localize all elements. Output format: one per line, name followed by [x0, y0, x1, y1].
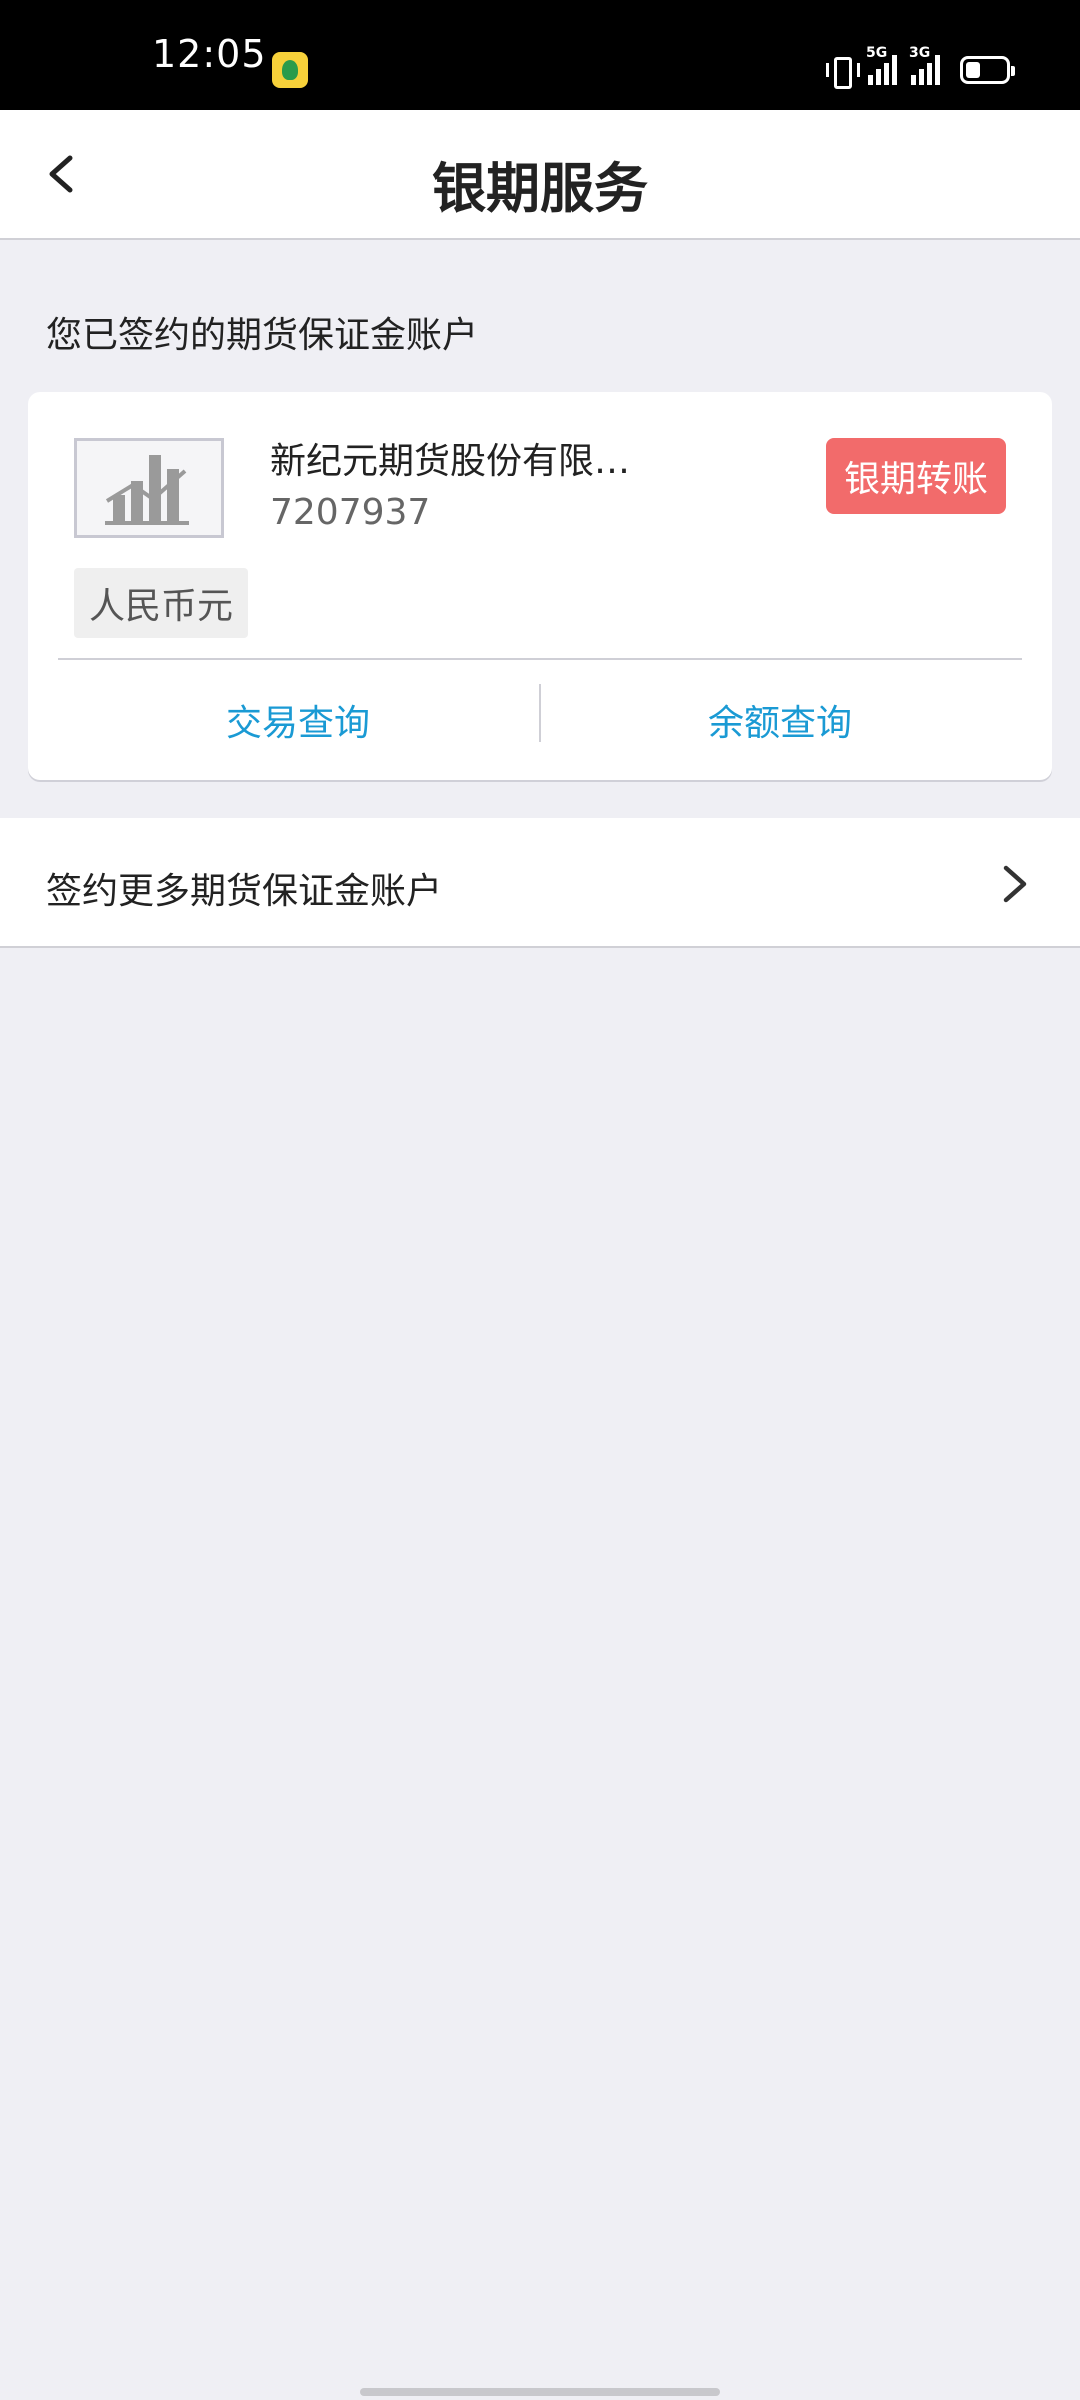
transaction-query-button[interactable]: 交易查询 — [58, 660, 538, 780]
bar-chart-icon — [105, 455, 189, 525]
sign-more-accounts-label: 签约更多期货保证金账户 — [46, 871, 443, 912]
account-card: 新纪元期货股份有限… 7207937 银期转账 人民币元 交易查询 余额查询 — [28, 392, 1052, 780]
account-name: 新纪元期货股份有限… — [270, 441, 631, 482]
status-time: 12:05 — [152, 32, 267, 76]
chevron-right-icon — [1003, 865, 1027, 903]
institution-logo — [74, 438, 224, 538]
network-3g-label: 3G — [909, 45, 931, 61]
transfer-button[interactable]: 银期转账 — [826, 438, 1006, 514]
signal-5g-icon: 5G — [866, 45, 897, 85]
section-header: 您已签约的期货保证金账户 — [46, 315, 479, 356]
sign-more-accounts-row[interactable]: 签约更多期货保证金账户 — [0, 818, 1080, 948]
status-bar: 12:05 5G 3G — [0, 0, 1080, 110]
balance-query-button[interactable]: 余额查询 — [540, 660, 1020, 780]
vibrate-icon — [826, 53, 860, 89]
battery-icon — [960, 56, 1015, 84]
page-title: 银期服务 — [432, 157, 648, 220]
network-5g-label: 5G — [866, 45, 888, 61]
account-number: 7207937 — [270, 492, 431, 533]
title-bar: 银期服务 — [0, 110, 1080, 240]
currency-badge: 人民币元 — [74, 568, 248, 638]
app-notification-icon — [272, 52, 308, 88]
signal-3g-icon: 3G — [909, 45, 940, 85]
home-indicator[interactable] — [360, 2388, 720, 2396]
status-icons: 5G 3G — [826, 45, 1015, 90]
account-actions: 交易查询 余额查询 — [28, 660, 1052, 780]
